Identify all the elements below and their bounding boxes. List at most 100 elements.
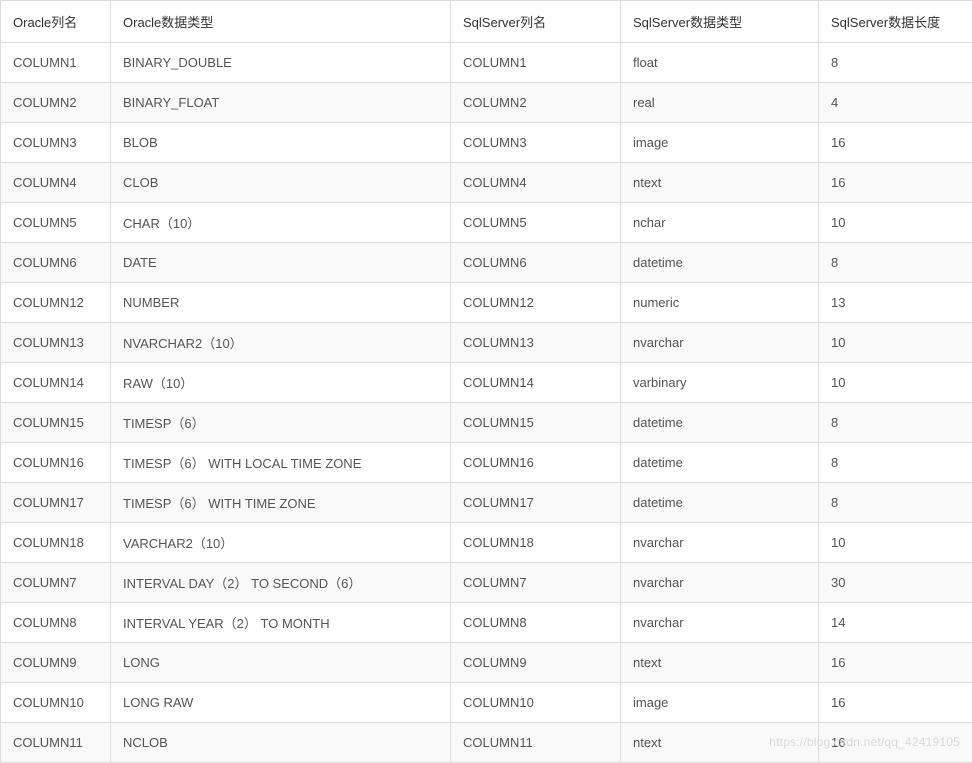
cell-sqlserver-type: real bbox=[621, 83, 819, 123]
cell-sqlserver-len: 8 bbox=[819, 443, 972, 483]
cell-oracle-type: BINARY_DOUBLE bbox=[111, 43, 451, 83]
cell-sqlserver-col: COLUMN13 bbox=[451, 323, 621, 363]
table-row: COLUMN12NUMBERCOLUMN12numeric13 bbox=[1, 283, 972, 323]
cell-oracle-col: COLUMN15 bbox=[1, 403, 111, 443]
cell-oracle-col: COLUMN11 bbox=[1, 723, 111, 763]
cell-oracle-type: CLOB bbox=[111, 163, 451, 203]
table-row: COLUMN18VARCHAR2（10）COLUMN18nvarchar10 bbox=[1, 523, 972, 563]
cell-oracle-col: COLUMN3 bbox=[1, 123, 111, 163]
cell-oracle-col: COLUMN16 bbox=[1, 443, 111, 483]
cell-sqlserver-col: COLUMN7 bbox=[451, 563, 621, 603]
table-row: COLUMN13NVARCHAR2（10）COLUMN13nvarchar10 bbox=[1, 323, 972, 363]
cell-oracle-col: COLUMN2 bbox=[1, 83, 111, 123]
cell-sqlserver-len: 10 bbox=[819, 323, 972, 363]
table-row: COLUMN6DATECOLUMN6datetime8 bbox=[1, 243, 972, 283]
cell-oracle-col: COLUMN7 bbox=[1, 563, 111, 603]
table-row: COLUMN17TIMESP（6） WITH TIME ZONECOLUMN17… bbox=[1, 483, 972, 523]
cell-sqlserver-col: COLUMN18 bbox=[451, 523, 621, 563]
cell-sqlserver-type: ntext bbox=[621, 723, 819, 763]
table-row: COLUMN4CLOBCOLUMN4ntext16 bbox=[1, 163, 972, 203]
header-sqlserver-type: SqlServer数据类型 bbox=[621, 1, 819, 43]
cell-sqlserver-type: image bbox=[621, 123, 819, 163]
cell-oracle-type: NUMBER bbox=[111, 283, 451, 323]
cell-sqlserver-type: datetime bbox=[621, 243, 819, 283]
data-type-mapping-table: Oracle列名 Oracle数据类型 SqlServer列名 SqlServe… bbox=[0, 0, 972, 763]
cell-sqlserver-len: 8 bbox=[819, 483, 972, 523]
cell-sqlserver-len: 16 bbox=[819, 723, 972, 763]
table-row: COLUMN8INTERVAL YEAR（2） TO MONTHCOLUMN8n… bbox=[1, 603, 972, 643]
cell-oracle-col: COLUMN12 bbox=[1, 283, 111, 323]
cell-sqlserver-type: ntext bbox=[621, 163, 819, 203]
table-row: COLUMN3BLOBCOLUMN3image16 bbox=[1, 123, 972, 163]
header-sqlserver-len: SqlServer数据长度 bbox=[819, 1, 972, 43]
cell-sqlserver-type: nchar bbox=[621, 203, 819, 243]
table-row: COLUMN16TIMESP（6） WITH LOCAL TIME ZONECO… bbox=[1, 443, 972, 483]
cell-sqlserver-type: datetime bbox=[621, 403, 819, 443]
cell-oracle-type: BLOB bbox=[111, 123, 451, 163]
table-row: COLUMN2BINARY_FLOATCOLUMN2real4 bbox=[1, 83, 972, 123]
cell-oracle-type: DATE bbox=[111, 243, 451, 283]
header-oracle-col: Oracle列名 bbox=[1, 1, 111, 43]
cell-oracle-col: COLUMN10 bbox=[1, 683, 111, 723]
cell-sqlserver-col: COLUMN16 bbox=[451, 443, 621, 483]
cell-sqlserver-len: 8 bbox=[819, 403, 972, 443]
cell-sqlserver-type: nvarchar bbox=[621, 323, 819, 363]
table-row: COLUMN9LONGCOLUMN9ntext16 bbox=[1, 643, 972, 683]
cell-oracle-type: NCLOB bbox=[111, 723, 451, 763]
cell-sqlserver-type: datetime bbox=[621, 443, 819, 483]
cell-sqlserver-type: image bbox=[621, 683, 819, 723]
cell-oracle-col: COLUMN8 bbox=[1, 603, 111, 643]
cell-sqlserver-len: 10 bbox=[819, 203, 972, 243]
cell-oracle-type: INTERVAL DAY（2） TO SECOND（6） bbox=[111, 563, 451, 603]
cell-sqlserver-type: nvarchar bbox=[621, 523, 819, 563]
cell-oracle-type: NVARCHAR2（10） bbox=[111, 323, 451, 363]
table-row: COLUMN15TIMESP（6）COLUMN15datetime8 bbox=[1, 403, 972, 443]
cell-sqlserver-col: COLUMN6 bbox=[451, 243, 621, 283]
cell-oracle-col: COLUMN17 bbox=[1, 483, 111, 523]
cell-sqlserver-type: float bbox=[621, 43, 819, 83]
cell-oracle-type: TIMESP（6） WITH LOCAL TIME ZONE bbox=[111, 443, 451, 483]
cell-oracle-type: CHAR（10） bbox=[111, 203, 451, 243]
cell-sqlserver-len: 8 bbox=[819, 243, 972, 283]
cell-oracle-col: COLUMN18 bbox=[1, 523, 111, 563]
cell-sqlserver-col: COLUMN2 bbox=[451, 83, 621, 123]
cell-oracle-type: VARCHAR2（10） bbox=[111, 523, 451, 563]
cell-oracle-type: INTERVAL YEAR（2） TO MONTH bbox=[111, 603, 451, 643]
table-row: COLUMN11NCLOBCOLUMN11ntext16 bbox=[1, 723, 972, 763]
header-oracle-type: Oracle数据类型 bbox=[111, 1, 451, 43]
cell-sqlserver-col: COLUMN5 bbox=[451, 203, 621, 243]
cell-sqlserver-len: 16 bbox=[819, 163, 972, 203]
cell-oracle-col: COLUMN5 bbox=[1, 203, 111, 243]
table-row: COLUMN10LONG RAWCOLUMN10image16 bbox=[1, 683, 972, 723]
cell-sqlserver-col: COLUMN12 bbox=[451, 283, 621, 323]
cell-sqlserver-col: COLUMN14 bbox=[451, 363, 621, 403]
cell-sqlserver-col: COLUMN17 bbox=[451, 483, 621, 523]
cell-sqlserver-len: 10 bbox=[819, 523, 972, 563]
cell-sqlserver-col: COLUMN1 bbox=[451, 43, 621, 83]
cell-oracle-col: COLUMN13 bbox=[1, 323, 111, 363]
cell-sqlserver-col: COLUMN15 bbox=[451, 403, 621, 443]
cell-sqlserver-len: 16 bbox=[819, 123, 972, 163]
cell-oracle-type: BINARY_FLOAT bbox=[111, 83, 451, 123]
cell-oracle-type: RAW（10） bbox=[111, 363, 451, 403]
cell-oracle-type: LONG bbox=[111, 643, 451, 683]
table-header-row: Oracle列名 Oracle数据类型 SqlServer列名 SqlServe… bbox=[1, 1, 972, 43]
cell-sqlserver-col: COLUMN10 bbox=[451, 683, 621, 723]
cell-sqlserver-len: 4 bbox=[819, 83, 972, 123]
header-sqlserver-col: SqlServer列名 bbox=[451, 1, 621, 43]
cell-sqlserver-len: 30 bbox=[819, 563, 972, 603]
cell-sqlserver-len: 14 bbox=[819, 603, 972, 643]
cell-sqlserver-col: COLUMN8 bbox=[451, 603, 621, 643]
cell-sqlserver-type: varbinary bbox=[621, 363, 819, 403]
cell-oracle-col: COLUMN4 bbox=[1, 163, 111, 203]
cell-sqlserver-len: 10 bbox=[819, 363, 972, 403]
table-row: COLUMN1BINARY_DOUBLECOLUMN1float8 bbox=[1, 43, 972, 83]
cell-oracle-type: LONG RAW bbox=[111, 683, 451, 723]
cell-sqlserver-type: nvarchar bbox=[621, 603, 819, 643]
cell-oracle-type: TIMESP（6） bbox=[111, 403, 451, 443]
cell-oracle-col: COLUMN6 bbox=[1, 243, 111, 283]
cell-oracle-col: COLUMN1 bbox=[1, 43, 111, 83]
cell-oracle-col: COLUMN14 bbox=[1, 363, 111, 403]
table-row: COLUMN5CHAR（10）COLUMN5nchar10 bbox=[1, 203, 972, 243]
cell-sqlserver-len: 16 bbox=[819, 643, 972, 683]
